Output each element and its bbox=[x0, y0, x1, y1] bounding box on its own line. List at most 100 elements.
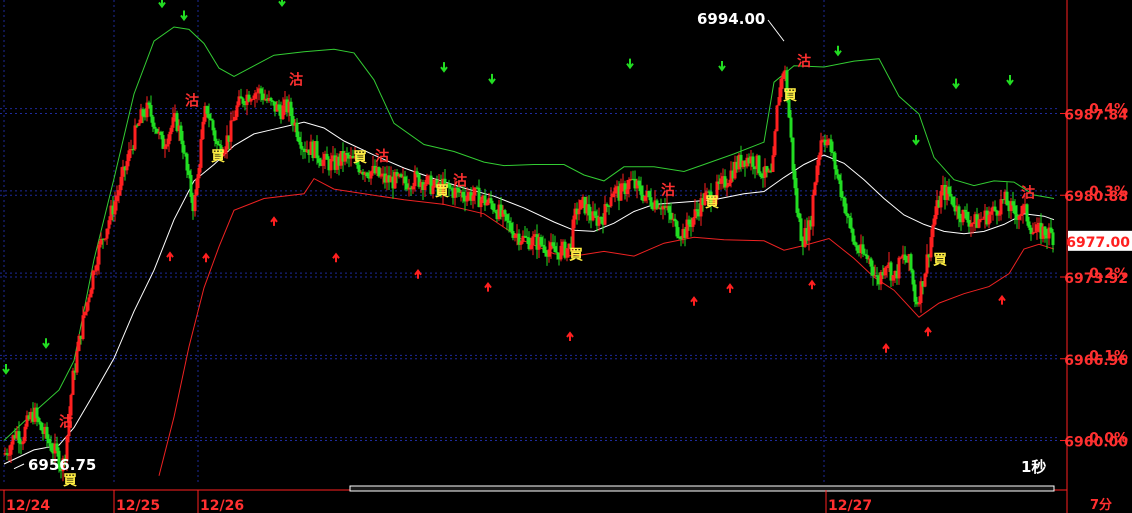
candle-body bbox=[1049, 227, 1053, 233]
candle-body bbox=[971, 222, 975, 224]
candle-body bbox=[969, 223, 973, 227]
candle-body bbox=[231, 120, 235, 122]
candle-body bbox=[963, 209, 967, 212]
candle-body bbox=[7, 454, 11, 456]
candle-body bbox=[415, 171, 419, 175]
candle-body bbox=[91, 270, 95, 290]
candle-body bbox=[829, 139, 833, 152]
candle-body bbox=[45, 426, 49, 439]
candle-body bbox=[523, 235, 527, 238]
signal-buy: 買 bbox=[435, 184, 450, 200]
candle-body bbox=[1027, 221, 1031, 228]
candle-body bbox=[505, 214, 509, 221]
candle-body bbox=[269, 97, 273, 101]
candle-body bbox=[205, 106, 209, 114]
candle-body bbox=[119, 176, 123, 191]
candle-body bbox=[609, 197, 613, 207]
candle-body bbox=[965, 211, 969, 220]
price-chart[interactable]: 沽買沽買沽買 沽買沽買沽買沽買買沽 6987.846980.886973.9269… bbox=[0, 0, 1132, 513]
timeframe-label[interactable]: 7分 bbox=[1090, 494, 1112, 513]
candle-body bbox=[875, 275, 879, 277]
candle-body bbox=[725, 186, 729, 188]
y-percent-label: 0.1% bbox=[1089, 348, 1128, 364]
candle-body bbox=[833, 152, 837, 170]
candle-body bbox=[603, 204, 607, 225]
candle-body bbox=[789, 117, 793, 138]
candle-body bbox=[125, 161, 129, 171]
candle-body bbox=[605, 204, 609, 206]
candle-body bbox=[403, 176, 407, 184]
x-tick-label: 12/27 bbox=[828, 498, 872, 513]
candle-body bbox=[47, 438, 51, 444]
candle-body bbox=[411, 186, 415, 190]
candle-body bbox=[105, 228, 109, 239]
candle-body bbox=[207, 113, 211, 119]
candle-body bbox=[675, 221, 679, 237]
candle-body bbox=[647, 191, 651, 198]
candle-body bbox=[325, 153, 329, 160]
signal-sell: 沽 bbox=[375, 148, 389, 165]
candle-body bbox=[369, 171, 373, 179]
candle-body bbox=[471, 195, 475, 201]
candle-body bbox=[85, 302, 89, 312]
candle-body bbox=[189, 174, 193, 197]
candle-body bbox=[957, 206, 961, 219]
candle-body bbox=[637, 180, 641, 186]
candle-body bbox=[529, 245, 533, 250]
candle-body bbox=[321, 159, 325, 166]
candle-body bbox=[869, 258, 873, 267]
candle-body bbox=[853, 241, 857, 246]
signal-sell: 沽 bbox=[1021, 184, 1035, 201]
candle-body bbox=[855, 245, 859, 251]
candle-body bbox=[69, 394, 73, 416]
candle-body bbox=[167, 134, 171, 145]
candle-body bbox=[639, 185, 643, 195]
candle-body bbox=[1051, 232, 1055, 246]
signal-buy: 買 bbox=[353, 150, 368, 166]
candle-body bbox=[677, 236, 681, 239]
candle-body bbox=[345, 152, 349, 155]
x-tick-label: 12/26 bbox=[200, 498, 244, 513]
candle-body bbox=[229, 120, 233, 142]
candle-body bbox=[773, 131, 777, 156]
candle-body bbox=[797, 212, 801, 219]
candle-body bbox=[839, 180, 843, 197]
candle-body bbox=[795, 188, 799, 213]
candle-body bbox=[103, 238, 107, 240]
candle-body bbox=[845, 213, 849, 217]
candle-body bbox=[473, 187, 477, 196]
candle-body bbox=[799, 218, 803, 242]
candle-body bbox=[939, 191, 943, 208]
candle-body bbox=[885, 266, 889, 268]
candle-body bbox=[213, 130, 217, 142]
candle-body bbox=[611, 193, 615, 198]
signal-sell: 沽 bbox=[289, 72, 303, 89]
candle-body bbox=[1017, 215, 1021, 220]
candle-body bbox=[613, 187, 617, 194]
candle-body bbox=[949, 193, 953, 197]
candle-body bbox=[947, 186, 951, 194]
low-annotation: 6956.75 bbox=[28, 456, 97, 474]
candle-body bbox=[951, 196, 955, 206]
candle-body bbox=[509, 222, 513, 232]
candle-body bbox=[1033, 231, 1037, 233]
candle-body bbox=[849, 217, 853, 229]
candle-body bbox=[425, 175, 429, 185]
candle-body bbox=[757, 155, 761, 174]
candle-body bbox=[95, 264, 99, 271]
candle-body bbox=[83, 311, 87, 316]
candle-body bbox=[917, 302, 921, 305]
candle-body bbox=[5, 453, 9, 455]
signal-buy: 買 bbox=[933, 252, 948, 268]
candle-body bbox=[811, 195, 815, 227]
candle-body bbox=[871, 266, 875, 276]
candle-body bbox=[107, 220, 111, 229]
candle-body bbox=[259, 88, 263, 94]
candle-body bbox=[251, 98, 255, 100]
candle-body bbox=[179, 125, 183, 141]
candle-body bbox=[149, 105, 153, 117]
candle-body bbox=[169, 127, 173, 135]
candle-body bbox=[847, 216, 851, 218]
signal-sell: 沽 bbox=[661, 182, 675, 199]
candle-body bbox=[625, 189, 629, 195]
